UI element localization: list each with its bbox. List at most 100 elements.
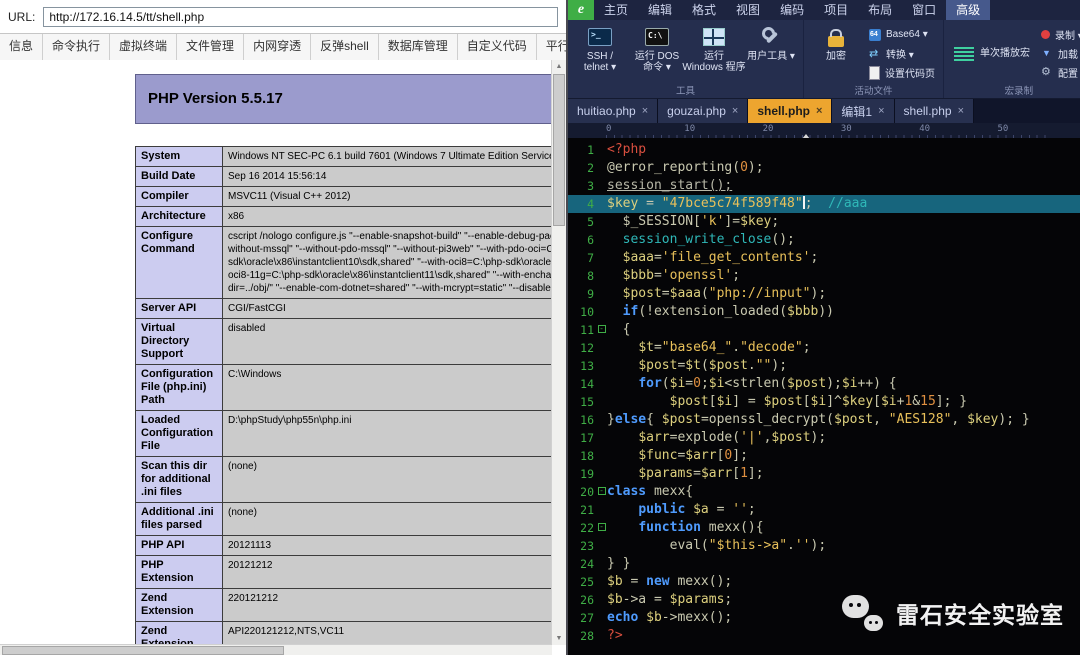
ribbon-tab[interactable]: 编辑	[638, 0, 682, 20]
ribbon-tab[interactable]: 布局	[858, 0, 902, 20]
code-token: (!extension_loaded(	[638, 304, 788, 319]
play-macro-button[interactable]: 单次播放宏	[949, 23, 1035, 84]
gutter-spacer	[596, 303, 607, 321]
ribbon-tab[interactable]: 格式	[682, 0, 726, 20]
gutter-spacer	[596, 231, 607, 249]
phpinfo-row-label: Server API	[135, 298, 223, 319]
phpinfo-row-value: 20121212	[222, 555, 552, 589]
close-tab-icon[interactable]: ×	[816, 105, 822, 117]
webshell-menu-item[interactable]: 内网穿透	[244, 34, 312, 60]
code-text: $post=$t($post."");	[607, 357, 1080, 375]
user-tools-button[interactable]: 用户工具 ▾	[744, 23, 798, 84]
ribbon-tab[interactable]: 主页	[594, 0, 638, 20]
file-tab[interactable]: 编辑1 ×	[832, 99, 895, 123]
code-area[interactable]: 1 <?php 2 @error_reporting(0); 3 session_star…	[568, 138, 1080, 655]
code-token: ];	[732, 448, 748, 463]
scrollbar-thumb[interactable]	[553, 74, 565, 226]
code-token: <?php	[607, 142, 647, 157]
file-tab[interactable]: huitiao.php ×	[568, 99, 659, 123]
file-tab-label: huitiao.php	[577, 104, 636, 118]
fold-icon[interactable]: -	[596, 519, 607, 537]
line-number: 3	[587, 179, 594, 193]
encrypt-button[interactable]: 加密	[809, 23, 863, 84]
ribbon-small-column: 录制 ▾ 加载 ▾ 配置 ▾	[1038, 23, 1080, 84]
app-logo[interactable]: e	[568, 0, 594, 20]
code-token: =	[693, 466, 701, 481]
file-tab-label: shell.php	[903, 104, 952, 118]
fold-icon[interactable]: -	[596, 483, 607, 501]
load-macro-button[interactable]: 加载 ▾	[1041, 46, 1080, 62]
gutter-spacer	[596, 285, 607, 303]
config-macro-button[interactable]: 配置 ▾	[1041, 65, 1080, 81]
code-token: ;	[732, 268, 741, 283]
convert-button[interactable]: 转换 ▾	[869, 46, 935, 62]
ribbon-tab[interactable]: 项目	[814, 0, 858, 20]
record-macro-button[interactable]: 录制 ▾	[1041, 27, 1080, 43]
file-tab[interactable]: gouzai.php ×	[658, 99, 749, 123]
code-token: );	[810, 430, 827, 445]
vertical-scrollbar[interactable]: ▲ ▼	[551, 60, 566, 645]
webshell-menu-item[interactable]: 命令执行	[43, 34, 111, 60]
code-token: $post	[708, 358, 748, 373]
close-tab-icon[interactable]: ×	[878, 105, 884, 117]
ribbon-group-label: 工具	[675, 86, 695, 97]
close-tab-icon[interactable]: ×	[958, 105, 964, 117]
base64-button[interactable]: Base64 ▾	[869, 27, 935, 43]
code-text: @error_reporting(0);	[607, 159, 1080, 177]
phpinfo-row-value: Windows NT SEC-PC 6.1 build 7601 (Window…	[222, 146, 552, 167]
webshell-menu-item[interactable]: 文件管理	[177, 34, 245, 60]
close-tab-icon[interactable]: ×	[732, 105, 738, 117]
line-number: 16	[580, 413, 594, 427]
webshell-menu-item[interactable]: 数据库管理	[379, 34, 458, 60]
line-number: 8	[587, 269, 594, 283]
ribbon-tab[interactable]: 编码	[770, 0, 814, 20]
webshell-menu-item[interactable]: 平行空间	[537, 34, 566, 60]
ribbon-tab[interactable]: 视图	[726, 0, 770, 20]
webshell-menu-item[interactable]: 虚拟终端	[110, 34, 178, 60]
scroll-up-icon[interactable]: ▲	[552, 60, 566, 73]
code-token: $b	[607, 592, 623, 607]
run-dos-button[interactable]: 运行 DOS命令 ▾	[630, 23, 684, 84]
button-label: Base64 ▾	[886, 29, 928, 40]
code-token: 'openssl'	[661, 268, 733, 283]
codepage-button[interactable]: 设置代码页	[869, 65, 935, 81]
scrollbar-thumb[interactable]	[2, 646, 284, 655]
horizontal-scrollbar[interactable]	[0, 644, 552, 655]
code-line: 22- function mexx(){	[568, 519, 1080, 537]
code-token: $post	[763, 394, 803, 409]
webshell-menu-item[interactable]: 信息	[0, 34, 44, 60]
wrench-icon	[762, 28, 780, 46]
ribbon-tab[interactable]: 高级	[946, 0, 991, 20]
line-number: 19	[580, 467, 594, 481]
gutter-spacer	[596, 501, 607, 519]
url-input[interactable]	[43, 6, 558, 27]
code-line: 7 $aaa='file_get_contents';	[568, 249, 1080, 267]
close-tab-icon[interactable]: ×	[642, 105, 648, 117]
file-tab[interactable]: shell.php ×	[748, 99, 833, 123]
webshell-menu-item[interactable]: 自定义代码	[458, 34, 537, 60]
fold-icon[interactable]: -	[596, 321, 607, 339]
gutter-spacer	[596, 159, 607, 177]
code-token: mexx();	[669, 574, 733, 589]
scroll-down-icon[interactable]: ▼	[552, 632, 566, 645]
code-token: {	[607, 322, 631, 337]
ruler-mark: 20	[762, 124, 774, 134]
phpinfo-row-value: (none)	[222, 456, 552, 503]
run-windows-button[interactable]: 运行 Windows 程序	[682, 23, 746, 84]
gutter-spacer	[596, 465, 607, 483]
code-token: ();	[771, 232, 795, 247]
ssh-telnet-button[interactable]: SSH /telnet ▾	[573, 23, 627, 84]
ribbon-tab[interactable]: 窗口	[902, 0, 946, 20]
phpinfo-row-value: MSVC11 (Visual C++ 2012)	[222, 186, 552, 207]
code-token: $i	[708, 376, 725, 391]
file-tab[interactable]: shell.php ×	[894, 99, 975, 123]
gutter-spacer	[596, 357, 607, 375]
code-text: <?php	[607, 141, 1080, 159]
code-token: {	[646, 412, 662, 427]
code-text: eval("$this->a".'');	[607, 537, 1080, 555]
webshell-menu-item[interactable]: 反弹shell	[311, 34, 379, 60]
code-token: ;	[771, 214, 780, 229]
